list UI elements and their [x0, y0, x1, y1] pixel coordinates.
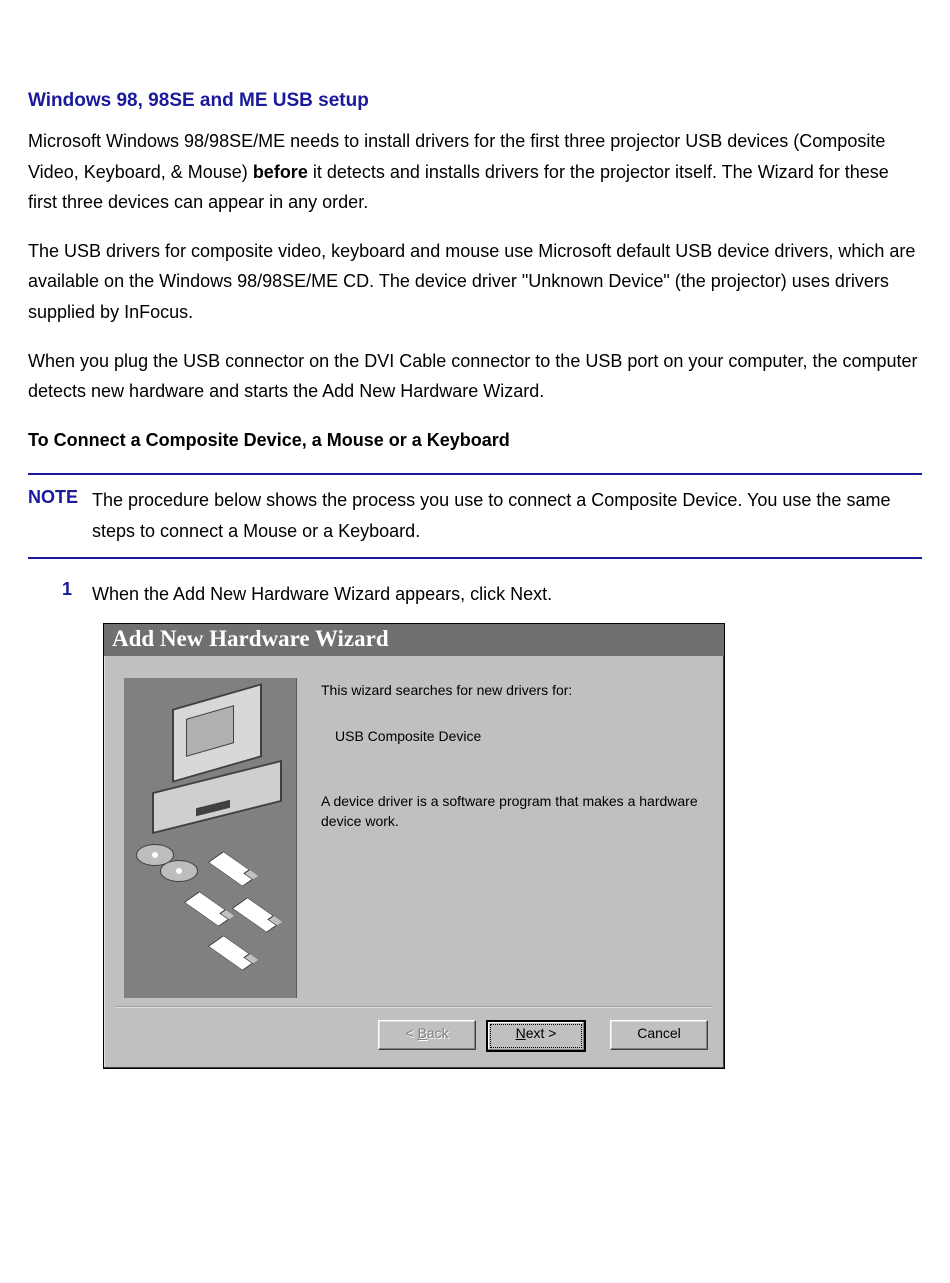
wizard-description: A device driver is a software program th… [321, 791, 704, 832]
wizard-screenshot: Add New Hardware Wizard This wizard sear… [103, 623, 922, 1069]
wizard-intro-text: This wizard searches for new drivers for… [321, 680, 704, 700]
paragraph-2: The USB drivers for composite video, key… [28, 236, 922, 328]
paragraph-1-bold: before [253, 162, 308, 182]
step-text: When the Add New Hardware Wizard appears… [92, 579, 922, 610]
cancel-button[interactable]: Cancel [610, 1020, 708, 1050]
back-button: < Back [378, 1020, 476, 1050]
wizard-body: This wizard searches for new drivers for… [104, 656, 724, 1006]
wizard-content: This wizard searches for new drivers for… [297, 678, 704, 998]
document-page: Windows 98, 98SE and ME USB setup Micros… [0, 0, 950, 1109]
page-icon [208, 851, 258, 886]
wizard-dialog: Add New Hardware Wizard This wizard sear… [103, 623, 725, 1069]
step-number: 1 [28, 579, 92, 600]
section-title: Windows 98, 98SE and ME USB setup [28, 90, 922, 112]
wizard-device-name: USB Composite Device [321, 726, 704, 746]
wizard-sidebar-art [124, 678, 297, 998]
page-icon [184, 891, 234, 926]
paragraph-3: When you plug the USB connector on the D… [28, 346, 922, 407]
page-icon [232, 897, 282, 932]
note-text: The procedure below shows the process yo… [92, 485, 922, 546]
wizard-button-row: < Back Next > Cancel [104, 1008, 724, 1068]
note-label: NOTE [28, 485, 92, 508]
note-block: NOTE The procedure below shows the proce… [28, 473, 922, 558]
next-button[interactable]: Next > [486, 1020, 586, 1052]
wizard-titlebar: Add New Hardware Wizard [104, 624, 724, 656]
paragraph-1: Microsoft Windows 98/98SE/ME needs to in… [28, 126, 922, 218]
subheading: To Connect a Composite Device, a Mouse o… [28, 425, 922, 456]
cd-icon [160, 860, 198, 882]
page-icon [208, 935, 258, 970]
step-1: 1 When the Add New Hardware Wizard appea… [28, 579, 922, 610]
